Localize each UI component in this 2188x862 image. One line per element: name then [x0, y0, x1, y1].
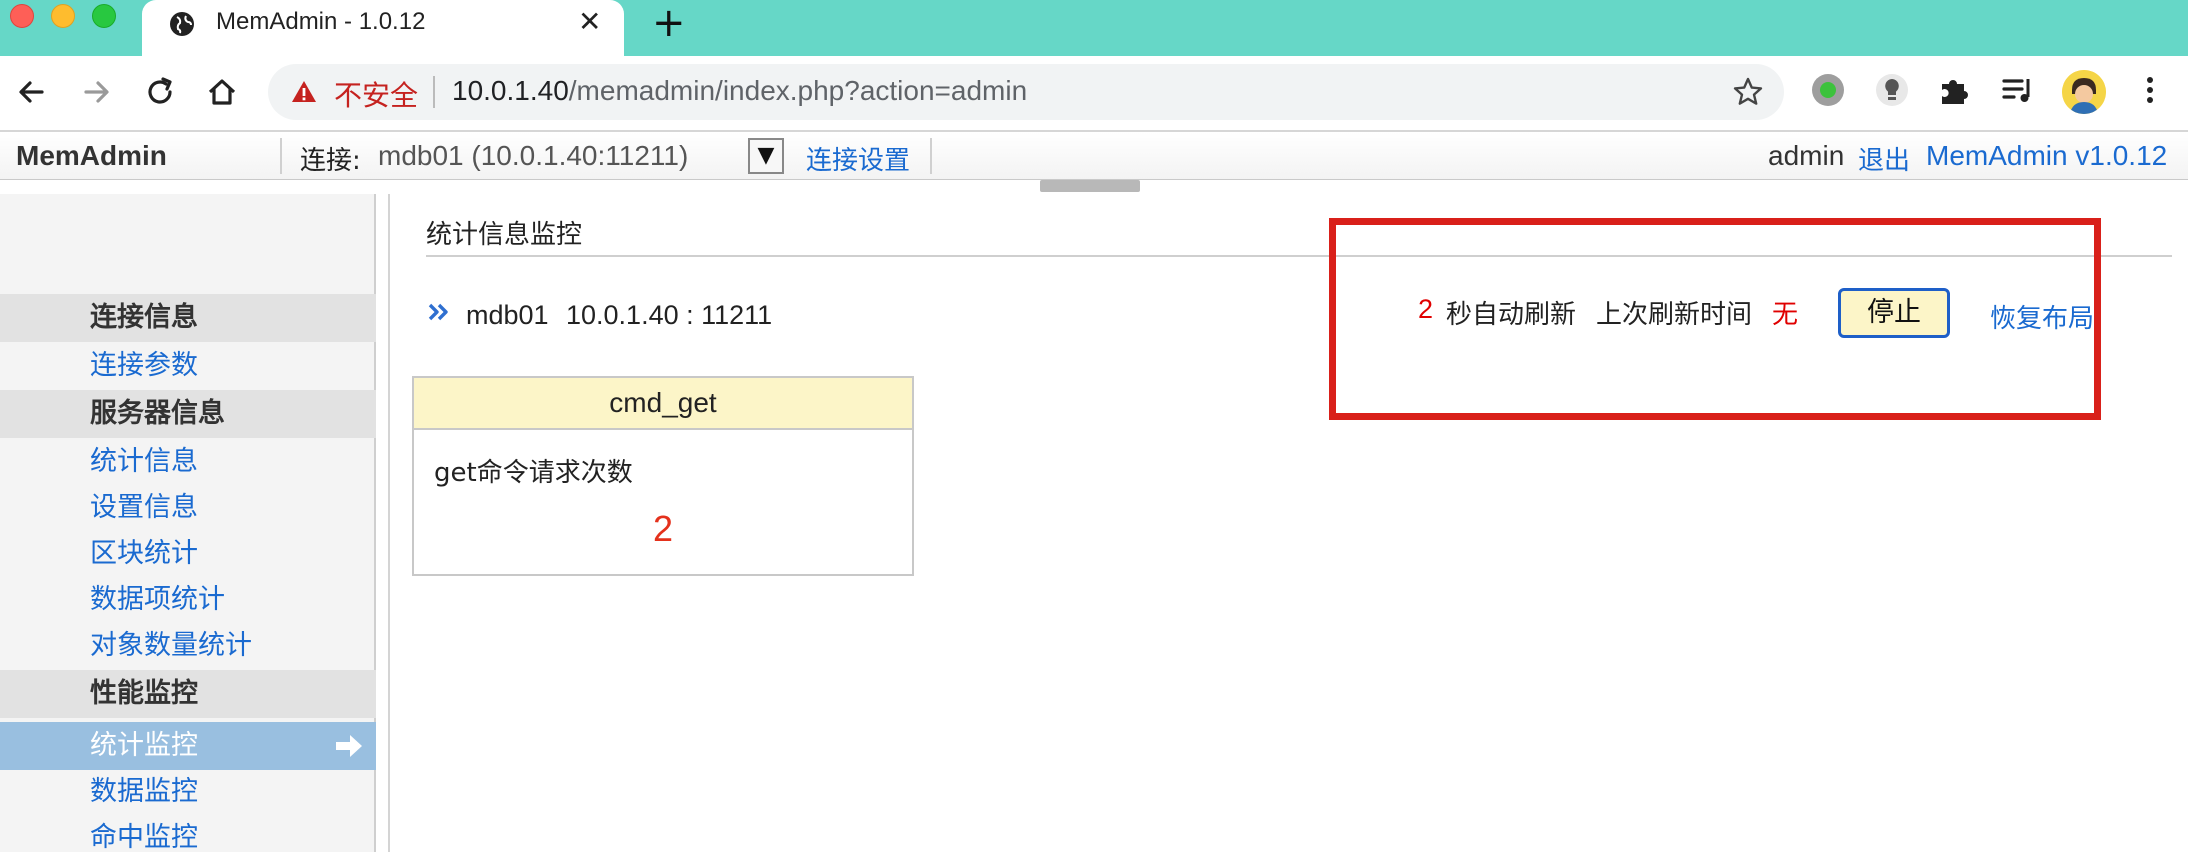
logout-link[interactable]: 退出 [1858, 140, 1910, 177]
sidebar-item-label: 统计信息 [90, 446, 198, 477]
url-host: 10.0.1.40 [452, 75, 569, 106]
window-close-button[interactable] [10, 4, 34, 28]
sidebar-item-connection-params[interactable]: 连接参数 [0, 342, 376, 390]
warning-icon[interactable] [290, 78, 318, 106]
bookmark-star-icon[interactable] [1732, 76, 1764, 108]
tab-close-icon[interactable]: ✕ [578, 7, 601, 37]
extension-bulb-icon[interactable] [1872, 70, 1912, 110]
sidebar-item-stats-monitor[interactable]: 统计监控 [0, 722, 376, 770]
reload-icon[interactable] [140, 72, 180, 112]
connection-dropdown-button[interactable]: ▼ [748, 138, 784, 174]
url-path: /memadmin/index.php?action=admin [568, 75, 1028, 106]
annotation-highlight-box [1329, 218, 2101, 420]
current-user: admin [1768, 140, 1845, 171]
extension-record-icon[interactable] [1808, 70, 1848, 110]
home-icon[interactable] [202, 72, 242, 112]
sidebar-item-label: 设置信息 [90, 492, 198, 523]
sidebar-section-label: 服务器信息 [90, 398, 225, 429]
sidebar-item-slab-stats[interactable]: 区块统计 [0, 530, 376, 578]
sidebar-section-server: 服务器信息 [0, 390, 376, 438]
extensions-puzzle-icon[interactable] [1934, 70, 1974, 110]
sidebar-item-settings[interactable]: 设置信息 [0, 484, 376, 532]
server-name: mdb01 [466, 300, 549, 330]
sidebar-item-stats[interactable]: 统计信息 [0, 438, 376, 486]
app-header: MemAdmin 连接: mdb01 (10.0.1.40:11211) ▼ 连… [0, 132, 2188, 180]
security-status[interactable]: 不安全 [334, 74, 418, 114]
browser-toolbar: 不安全 10.0.1.40/memadmin/index.php?action=… [0, 56, 2188, 130]
sidebar-item-label: 命中监控 [90, 822, 198, 853]
stat-card-description: get命令请求次数 [434, 458, 633, 488]
panel-title: 统计信息监控 [426, 220, 583, 250]
header-divider [930, 138, 932, 174]
sidebar-item-label: 统计监控 [90, 730, 198, 761]
connection-value: mdb01 (10.0.1.40:11211) [378, 140, 689, 171]
sidebar-section-connection: 连接信息 [0, 294, 376, 342]
layout-splitter-handle[interactable] [1040, 180, 1140, 192]
connection-label: 连接: [300, 146, 361, 176]
new-tab-button[interactable]: + [652, 2, 686, 44]
back-arrow-icon[interactable] [12, 72, 52, 112]
sidebar-item-item-stats[interactable]: 数据项统计 [0, 576, 376, 624]
tab-title: MemAdmin - 1.0.12 [216, 8, 426, 35]
server-address: 10.0.1.40 : 11211 [566, 300, 773, 330]
sidebar-item-object-count[interactable]: 对象数量统计 [0, 622, 376, 670]
sidebar: 连接信息 连接参数 服务器信息 统计信息 设置信息 区块统计 数据项统计 对象数… [0, 194, 376, 853]
sidebar-item-label: 数据项统计 [90, 584, 225, 615]
browser-tab-bar: MemAdmin - 1.0.12 ✕ + [0, 0, 2188, 58]
media-queue-icon[interactable] [1998, 70, 2038, 110]
sidebar-item-label: 对象数量统计 [90, 630, 252, 661]
app-brand[interactable]: MemAdmin [16, 140, 167, 172]
url-text[interactable]: 10.0.1.40/memadmin/index.php?action=admi… [452, 75, 1027, 107]
stat-card-value: 2 [652, 508, 674, 549]
sidebar-item-label: 区块统计 [90, 538, 198, 569]
browser-tab-active[interactable]: MemAdmin - 1.0.12 ✕ [142, 0, 624, 58]
connection-settings-link[interactable]: 连接设置 [806, 140, 910, 177]
sidebar-item-hit-monitor[interactable]: 命中监控 [0, 814, 376, 862]
sidebar-section-performance: 性能监控 [0, 670, 376, 718]
sidebar-item-data-monitor[interactable]: 数据监控 [0, 768, 376, 816]
sidebar-section-label: 连接信息 [90, 302, 198, 333]
double-chevron-icon [428, 303, 448, 321]
address-bar[interactable]: 不安全 10.0.1.40/memadmin/index.php?action=… [268, 64, 1784, 120]
globe-icon [170, 12, 194, 36]
browser-menu-icon[interactable] [2130, 70, 2170, 110]
window-minimize-button[interactable] [51, 4, 75, 28]
arrow-right-icon [336, 735, 362, 757]
content-divider [388, 194, 390, 852]
profile-avatar[interactable] [2062, 70, 2106, 114]
window-maximize-button[interactable] [92, 4, 116, 28]
sidebar-item-label: 连接参数 [90, 350, 198, 381]
forward-arrow-icon[interactable] [76, 72, 116, 112]
address-divider [433, 76, 435, 108]
stat-card-title[interactable]: cmd_get [414, 378, 912, 430]
sidebar-item-label: 数据监控 [90, 776, 198, 807]
sidebar-section-label: 性能监控 [90, 678, 198, 709]
header-divider [280, 138, 282, 174]
stat-card-cmd-get[interactable]: cmd_get get命令请求次数 2 [412, 376, 914, 576]
version-link[interactable]: MemAdmin v1.0.12 [1926, 140, 2167, 172]
